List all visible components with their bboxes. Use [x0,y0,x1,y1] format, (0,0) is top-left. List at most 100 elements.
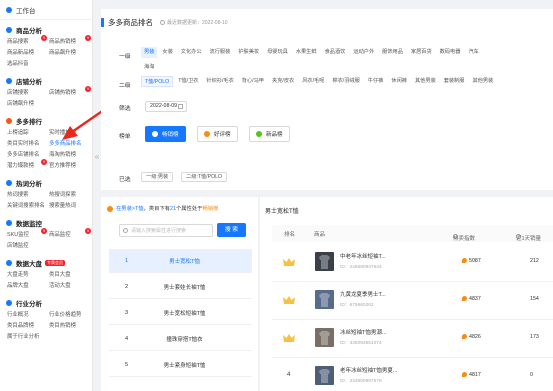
search-button[interactable]: 搜 索 [217,223,246,237]
sidebar-item[interactable]: 热词搜索 [7,191,49,199]
workbench-link[interactable]: 工作台 [0,0,92,20]
level1-chip[interactable]: 食品酒饮 [322,47,349,58]
selected-tag-level2[interactable]: 二级:T恤/POLO [181,172,228,182]
sidebar-section-header[interactable]: 多多排行 [0,115,92,127]
sidebar-item[interactable]: 潜力爆款榜 9 [7,159,49,170]
sidebar-section-header[interactable]: 行业分析 [0,297,92,309]
sidebar-item[interactable]: 行业概况 [7,311,49,319]
product-name[interactable]: 中老年冰丝短袖T... [340,252,386,260]
sales-1d: 0 [530,372,533,378]
sidebar-item[interactable]: 商品热销榜 9 [49,35,92,46]
sidebar-item[interactable]: 商品飙升榜 [49,49,92,57]
sidebar-item[interactable]: 多多商品排名 [49,140,92,148]
sidebar-item[interactable]: 品牌大盘 [7,282,49,290]
sidebar-item[interactable]: 商品搜索 9 [7,35,49,46]
sidebar-section-header[interactable]: 数据大盘 专属会员 [0,257,92,269]
level2-chip[interactable]: T恤/POLO [141,76,174,87]
collapse-sidebar-icon[interactable]: « [93,150,101,164]
level1-chip[interactable]: 文化办公 [178,47,205,58]
level2-chip[interactable]: 其他男装 [469,76,496,87]
level2-chip[interactable]: 其他男装 [412,76,439,87]
table-row[interactable]: 九黄龙夏季男士T... ID：675660262 4837 154 [272,281,553,320]
sidebar-item[interactable]: 大盘走势 [7,271,49,279]
bestseller-list-button[interactable]: 畅销榜 [145,126,186,142]
sidebar-item[interactable]: 搜索量热词 [49,202,92,210]
product-name[interactable]: 九黄龙夏季男士T... [340,290,386,298]
sidebar-item[interactable]: 类目实时排名 [7,140,49,148]
sidebar-item[interactable]: 属于行业分析 [7,333,49,341]
sidebar-section-header[interactable]: 数据监控 [0,217,92,229]
sidebar-section-title: 店铺分析 [16,79,42,86]
level2-chip[interactable]: 风衣/毛呢 [299,76,327,87]
level1-chip[interactable]: 母婴玩具 [264,47,291,58]
attribute-row[interactable]: 5 男士紧身短袖T恤 [109,353,252,377]
attribute-row[interactable]: 3 男士宽松短袖T恤 [109,301,252,325]
sidebar-item[interactable]: 多多店铺排名 [7,151,49,159]
crown-icon [283,334,295,342]
table-row[interactable]: 中老年冰丝短袖T... ID：226680947644 5087 212 [272,243,553,282]
level1-chip[interactable]: 男装 [141,47,158,58]
sidebar-item[interactable]: 实时播放榜 [49,129,92,137]
sidebar-item[interactable]: 关键词搜索排名 [7,202,49,210]
product-thumbnail[interactable] [315,252,334,271]
level1-chip[interactable]: 流行服装 [207,47,234,58]
level2-chip[interactable]: 背心/马甲 [239,76,267,87]
level1-chip[interactable]: 护肤美妆 [235,47,262,58]
product-name[interactable]: 老年冰丝短袖T恤男夏... [340,366,397,374]
product-name[interactable]: 冰丝短袖T恤男潮... [340,328,386,336]
level1-chip[interactable]: 汽车 [465,47,481,58]
sidebar-item[interactable]: 行业价格趋势 [49,311,92,319]
fire-icon [462,372,467,378]
attribute-row[interactable]: 2 男士套娃长袖T恤 [109,275,252,299]
sidebar-item[interactable]: 上榜追踪 [7,129,49,137]
sidebar-item[interactable]: 类目热销榜 [49,322,92,330]
table-row[interactable]: 冰丝短袖T恤男潮... ID：335093561074 4826 173 [272,319,553,358]
level1-chip[interactable]: 服饰用品 [379,47,406,58]
level2-chip[interactable]: 针织衫/毛衣 [203,76,236,87]
sidebar-section-header[interactable]: 商品分析 [0,24,92,36]
sidebar-item[interactable]: 店铺搜索 [7,89,49,97]
product-thumbnail[interactable] [315,366,334,385]
sidebar-item[interactable]: 店铺热销榜 9 [49,86,92,97]
table-row[interactable]: 4 老年冰丝短袖T恤男夏... ID：243600997578 4817 0 [272,357,553,391]
sidebar-item[interactable]: 活动大盘 [49,282,92,290]
level1-chip[interactable]: 数码电器 [437,47,464,58]
attribute-row[interactable]: 1 男士宽松T恤 [109,249,252,273]
sidebar-item[interactable]: 商品新品榜 [7,49,49,57]
level2-chip[interactable]: 套装制服 [441,76,468,87]
level1-chip[interactable]: 女装 [159,47,175,58]
date-picker[interactable]: 2022-08-09 [145,101,187,112]
level1-chip[interactable]: 运动户外 [350,47,377,58]
sidebar-item[interactable]: 官方推荐榜 [49,162,92,170]
fire-icon [462,296,467,302]
level2-chip[interactable]: 棉衣/羽绒服 [329,76,362,87]
new-product-list-button[interactable]: 新品榜 [249,126,290,142]
section-icon [6,78,12,84]
sidebar-item[interactable]: 类目大盘 [49,271,92,279]
level2-chip[interactable]: 休闲裤 [388,76,410,87]
level2-chip[interactable]: 牛仔裤 [365,76,387,87]
attribute-search-input[interactable] [119,224,213,237]
sidebar-item[interactable]: 热搜词探索 [49,191,92,199]
sidebar-item[interactable]: 选品抖音 [7,60,49,68]
attribute-name: 男士紧身短袖T恤 [163,362,206,369]
good-review-list-button[interactable]: 好评榜 [197,126,238,142]
sidebar-item[interactable]: 海淘热销榜 [49,151,92,159]
sidebar-section-header[interactable]: 店铺分析 [0,75,92,87]
attribute-row[interactable]: 4 撞珠穿搭T恤衣 [109,327,252,351]
sales-1d: 154 [530,296,539,302]
sidebar-item[interactable]: 店铺监控 [7,242,49,250]
level1-chip-overflow[interactable]: 海淘 [141,62,157,73]
sidebar-item[interactable]: 店铺飙升榜 [7,100,49,108]
level2-chip[interactable]: 夹克/皮衣 [269,76,297,87]
sidebar-section-header[interactable]: 热词分析 [0,177,92,189]
level2-chip[interactable]: T恤/卫衣 [175,76,201,87]
product-thumbnail[interactable] [315,328,334,347]
level1-chip[interactable]: 家居百货 [408,47,435,58]
product-thumbnail[interactable] [315,290,334,309]
sidebar-item[interactable]: SKU监控 9 [7,228,49,239]
selected-tag-level1[interactable]: 一级:男装 [141,172,174,182]
sidebar-item[interactable]: 类目品牌榜 [7,322,49,330]
level1-chip[interactable]: 水果生鲜 [293,47,320,58]
sidebar-item[interactable]: 商品监控 9 [49,228,92,239]
